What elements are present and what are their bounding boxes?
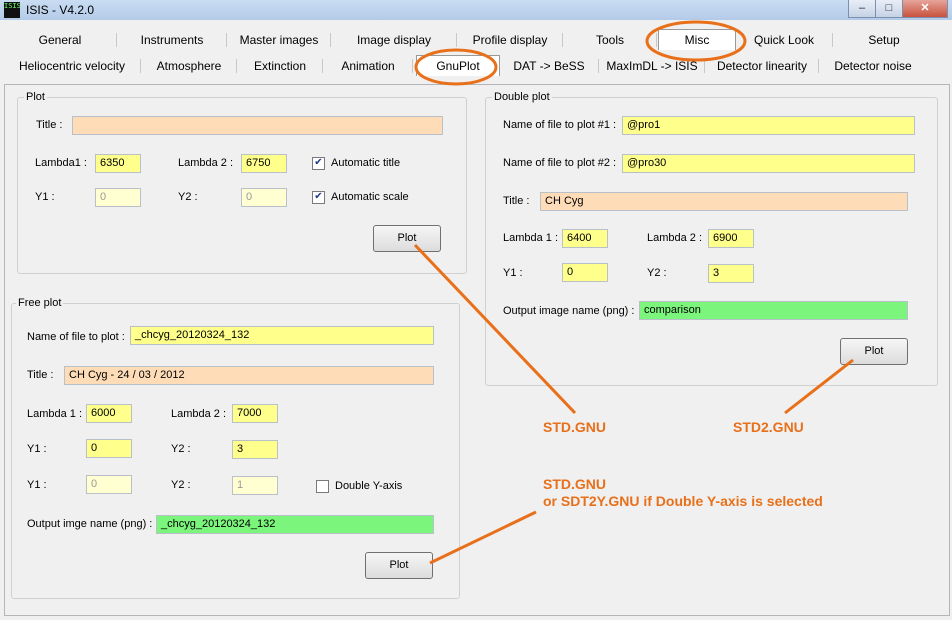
std-annotation: STD.GNU	[543, 419, 606, 435]
misc-tab-highlight	[645, 20, 747, 62]
free-pointer-line	[429, 510, 537, 565]
free-annotation-line2: or SDT2Y.GNU if Double Y-axis is selecte…	[543, 493, 823, 509]
free-annotation-line1: STD.GNU	[543, 476, 606, 492]
std-pointer-line	[413, 243, 577, 415]
std2-pointer-line	[784, 358, 854, 415]
std2-annotation: STD2.GNU	[733, 419, 804, 435]
gnuplot-tab-highlight	[414, 48, 498, 86]
annotation-overlay	[413, 20, 854, 565]
